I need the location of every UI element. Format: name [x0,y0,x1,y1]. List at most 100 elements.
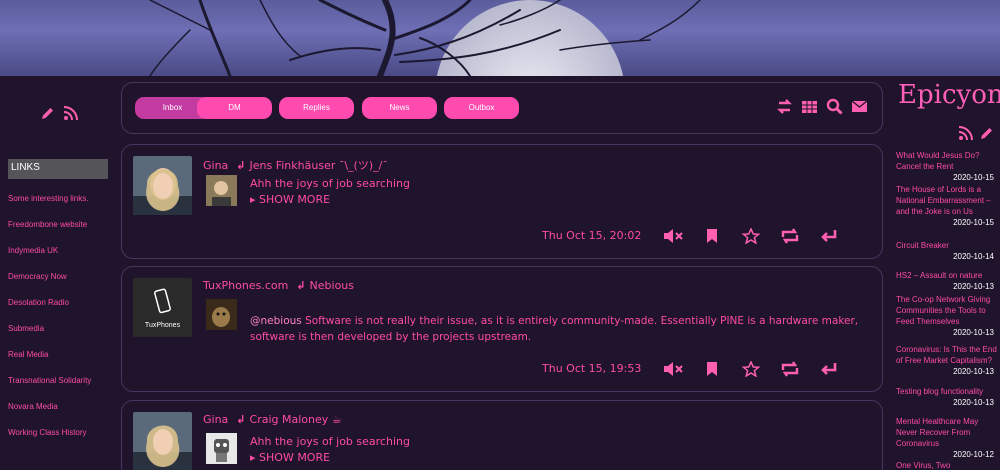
rss-feed-icon[interactable] [63,106,78,121]
tab-replies[interactable]: Replies [279,97,354,119]
tab-outbox[interactable]: Outbox [444,97,519,119]
newswire-title[interactable]: Circuit Breaker [896,241,949,250]
newswire-item[interactable]: Testing blog functionality 2020-10-13 [896,386,1000,416]
left-icon-bar [40,106,78,121]
reply-to-avatar[interactable] [206,175,237,206]
show-more-label: SHOW MORE [259,193,331,206]
post-summary: Ahh the joys of job searching [250,177,410,190]
tab-news[interactable]: News [362,97,437,119]
mute-icon[interactable] [663,361,683,377]
links-description: Some interesting links. [8,194,89,203]
toolbar-icons [776,98,868,115]
newswire-title[interactable]: Testing blog functionality [896,387,983,396]
link-item[interactable]: Novara Media [8,402,112,428]
reply-icon[interactable] [819,361,839,377]
newswire-title[interactable]: Coronavirus: Is This the End of Free Mar… [896,345,997,365]
reply-icon[interactable] [819,228,839,244]
bookmark-icon[interactable] [702,228,722,244]
reply-to-icon: ↲ [236,159,246,172]
mute-icon[interactable] [663,228,683,244]
follow-requests-icon[interactable] [776,98,793,115]
newswire-date: 2020-10-15 [953,218,994,227]
edit-pencil-icon[interactable] [979,126,994,141]
site-brand-title[interactable]: Epicyon [898,80,1000,110]
newswire-date: 2020-10-15 [953,173,994,182]
post-actions [663,360,839,378]
post-author-name[interactable]: Gina [203,413,228,426]
reply-to-icon: ↲ [236,413,246,426]
repeat-icon[interactable] [780,361,800,377]
reply-to-name[interactable]: Jens Finkhäuser ¯\_(ツ)_/¯ [250,159,388,172]
post-author-line: Gina ↲ Craig Maloney ☕ [203,413,342,426]
reply-to-icon: ↲ [296,279,306,292]
link-item[interactable]: Indymedia UK [8,246,112,272]
post-content: @nebious Software is not really their is… [250,313,870,345]
mention-link[interactable]: @nebious [250,315,302,327]
left-column: LINKS Some interesting links. Freedombon… [0,76,112,470]
repeat-icon[interactable] [780,228,800,244]
post-date[interactable]: Thu Oct 15, 20:02 [542,229,641,242]
author-avatar[interactable] [133,412,192,470]
reply-to-avatar[interactable] [206,433,237,464]
post-date[interactable]: Thu Oct 15, 19:53 [542,362,641,375]
timeline-post: Gina ↲ Craig Maloney ☕ Ahh the joys of job… [121,400,883,470]
newswire-item[interactable]: The House of Lords is a National Embarra… [896,184,1000,240]
avatar-label: TuxPhones [144,322,181,329]
link-item[interactable]: Transnational Solidarity [8,376,112,402]
newswire-date: 2020-10-13 [953,367,994,376]
post-author-name[interactable]: TuxPhones.com [203,279,288,292]
reply-to-name[interactable]: Craig Maloney ☕ [250,413,342,426]
link-item[interactable]: Desolation Radio [8,298,112,324]
link-item[interactable]: Freedombone website [8,220,112,246]
show-more-label: SHOW MORE [259,451,331,464]
timeline-post: TuxPhones TuxPhones.com ↲ Nebious @nebious… [121,266,883,392]
link-item[interactable]: Working Class History [8,428,112,454]
moon-tree-banner-image [149,0,701,76]
post-author-name[interactable]: Gina [203,159,228,172]
header-banner [0,0,1000,76]
newswire-title[interactable]: One Virus, Two [896,461,950,470]
links-list: Some interesting links. Freedombone webs… [8,194,112,454]
post-author-line: Gina ↲ Jens Finkhäuser ¯\_(ツ)_/¯ [203,157,388,173]
link-item[interactable]: Submedia [8,324,112,350]
newswire-item[interactable]: Mental Healthcare May Never Recover From… [896,416,1000,460]
new-post-envelope-icon[interactable] [851,98,868,115]
show-more-toggle[interactable]: ▸ SHOW MORE [250,451,330,464]
newswire-title[interactable]: HS2 – Assault on nature [896,271,982,280]
newswire-date: 2020-10-13 [953,398,994,407]
like-star-icon[interactable] [741,360,761,378]
rss-feed-icon[interactable] [958,126,973,141]
reply-to-avatar[interactable] [206,299,237,330]
expand-triangle-icon: ▸ [250,193,260,206]
newswire-title[interactable]: The Co-op Network Giving Communities the… [896,295,990,326]
calendar-icon[interactable] [801,98,818,115]
newswire-date: 2020-10-14 [953,252,994,261]
newswire-date: 2020-10-12 [953,450,994,459]
links-heading: LINKS [8,159,108,179]
newswire-item[interactable]: HS2 – Assault on nature 2020-10-13 [896,270,1000,294]
newswire-title[interactable]: Mental Healthcare May Never Recover From… [896,417,978,448]
post-body-text: Software is not really their issue, as i… [250,315,859,343]
search-icon[interactable] [826,98,843,115]
timeline-post: Gina ↲ Jens Finkhäuser ¯\_(ツ)_/¯ Ahh the j… [121,144,883,259]
post-actions [663,227,839,245]
newswire-list: What Would Jesus Do? Cancel the Rent 2020… [896,150,1000,470]
like-star-icon[interactable] [741,227,761,245]
link-item[interactable]: Real Media [8,350,112,376]
newswire-item[interactable]: One Virus, Two [896,460,1000,470]
edit-pencil-icon[interactable] [40,106,55,121]
author-avatar[interactable] [133,156,192,215]
newswire-item[interactable]: What Would Jesus Do? Cancel the Rent 2020… [896,150,1000,184]
newswire-item[interactable]: The Co-op Network Giving Communities the… [896,294,1000,344]
author-avatar[interactable]: TuxPhones [133,278,192,337]
newswire-item[interactable]: Circuit Breaker 2020-10-14 [896,240,1000,270]
newswire-title[interactable]: What Would Jesus Do? Cancel the Rent [896,151,979,171]
newswire-item[interactable]: Coronavirus: Is This the End of Free Mar… [896,344,1000,386]
show-more-toggle[interactable]: ▸ SHOW MORE [250,193,330,206]
link-item[interactable]: Democracy Now [8,272,112,298]
newswire-title[interactable]: The House of Lords is a National Embarra… [896,185,991,216]
bookmark-icon[interactable] [702,361,722,377]
reply-to-name[interactable]: Nebious [310,279,354,292]
post-summary: Ahh the joys of job searching [250,435,410,448]
tab-dm[interactable]: DM [197,97,272,119]
